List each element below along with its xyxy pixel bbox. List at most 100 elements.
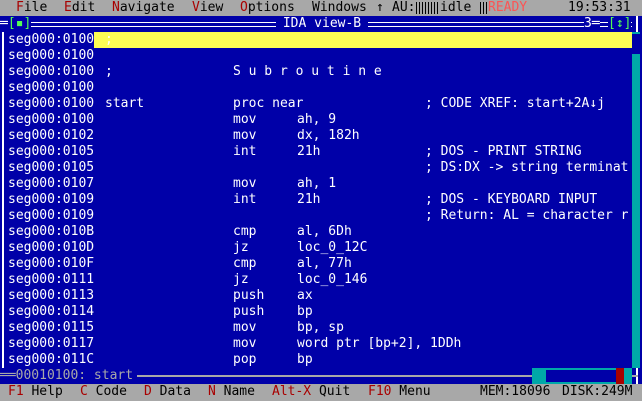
line-operands: al, 77h	[297, 256, 352, 271]
autoanalysis-state: idle	[440, 0, 472, 15]
line-address: seg000:0102	[8, 128, 95, 143]
listing-line[interactable]: seg000:0100	[8, 80, 633, 96]
line-label: start	[105, 96, 145, 111]
listing-line[interactable]: seg000:0109 ; Return: AL = character r	[8, 208, 633, 224]
fkey-menu[interactable]: F10 Menu	[368, 384, 431, 400]
line-operands: loc_0_12C	[297, 240, 368, 255]
line-mnemonic: mov	[233, 176, 257, 191]
listing-line[interactable]: seg000:011C pop bp	[8, 352, 633, 368]
function-key-bar: F1 Help C Code D Data N Name Alt-X Quit …	[0, 384, 642, 401]
line-mnemonic: pop	[233, 352, 257, 367]
line-address: seg000:0100	[8, 96, 95, 111]
listing-line[interactable]: seg000:0113 push ax	[8, 288, 633, 304]
listing-line[interactable]: seg000:0100; S u b r o u t i n e	[8, 64, 633, 80]
line-mnemonic: push	[233, 288, 265, 303]
line-address: seg000:0100	[8, 80, 95, 95]
line-mnemonic: int	[233, 192, 257, 207]
line-address: seg000:0111	[8, 272, 95, 287]
line-address: seg000:0105	[8, 160, 95, 175]
listing-line[interactable]: seg000:0117 mov word ptr [bp+2], 1DDh	[8, 336, 633, 352]
line-operands: ah, 1	[297, 176, 337, 191]
fkey-code[interactable]: C Code	[80, 384, 127, 400]
fkey-data[interactable]: D Data	[144, 384, 191, 400]
line-comment: ; Return: AL = character r	[425, 208, 629, 223]
horizontal-scroll-thumb[interactable]	[546, 370, 618, 382]
line-operands: bp, sp	[297, 320, 344, 335]
line-mnemonic: proc near	[233, 96, 304, 111]
listing-line[interactable]: seg000:010B cmp al, 6Dh	[8, 224, 633, 240]
listing-line[interactable]: seg000:010F cmp al, 77h	[8, 256, 633, 272]
line-address: seg000:0100	[8, 48, 95, 63]
fkey-help[interactable]: F1 Help	[8, 384, 63, 400]
clock: 19:53:31	[568, 0, 631, 15]
line-operands: bp	[297, 304, 313, 319]
line-address: seg000:0100	[8, 112, 95, 127]
listing-line[interactable]: seg000:0100 mov ah, 9	[8, 112, 633, 128]
line-address: seg000:0100	[8, 64, 95, 79]
line-operands: word ptr [bp+2], 1DDh	[297, 336, 462, 351]
menu-navigate[interactable]: Navigate	[112, 0, 175, 16]
line-mnemonic: mov	[233, 128, 257, 143]
listing-line[interactable]: seg000:010D jz loc_0_12C	[8, 240, 633, 256]
menu-bar: File Edit Navigate View Options Windows …	[0, 0, 642, 16]
line-mnemonic: mov	[233, 112, 257, 127]
line-mnemonic: cmp	[233, 256, 257, 271]
memory-indicator: MEM:18096	[480, 384, 551, 399]
vertical-scrollbar[interactable]	[632, 32, 640, 368]
line-mnemonic: mov	[233, 320, 257, 335]
menu-windows[interactable]: Windows	[312, 0, 367, 16]
line-mnemonic: cmp	[233, 224, 257, 239]
window-zoom-button[interactable]: [↕]	[608, 16, 632, 32]
line-comment: ; DOS - KEYBOARD INPUT	[425, 192, 598, 207]
line-address: seg000:0109	[8, 192, 95, 207]
progress-indicator	[416, 2, 440, 14]
listing-line[interactable]: seg000:0105 int 21h ; DOS - PRINT STRING	[8, 144, 633, 160]
menu-edit[interactable]: Edit	[64, 0, 95, 16]
line-mnemonic: int	[233, 144, 257, 159]
line-operands: 21h	[297, 144, 321, 159]
line-operands: al, 6Dh	[297, 224, 352, 239]
listing-line[interactable]: seg000:0102 mov dx, 182h	[8, 128, 633, 144]
menu-file[interactable]: File	[16, 0, 47, 16]
listing-line-selected[interactable]: seg000:0100;	[8, 32, 633, 48]
line-operands: loc_0_146	[297, 272, 368, 287]
line-address: seg000:010B	[8, 224, 95, 239]
line-address: seg000:0117	[8, 336, 95, 351]
current-address-status: ══00010100: start	[0, 368, 138, 384]
menu-view[interactable]: View	[192, 0, 223, 16]
line-comment: ; DOS - PRINT STRING	[425, 144, 582, 159]
line-operands: 21h	[297, 192, 321, 207]
listing-line[interactable]: seg000:0109 int 21h ; DOS - KEYBOARD INPUT	[8, 192, 633, 208]
line-address: seg000:0107	[8, 176, 95, 191]
vertical-scroll-thumb[interactable]	[632, 34, 640, 54]
window-close-button[interactable]: ═[▪]	[0, 16, 32, 32]
line-address: seg000:0105	[8, 144, 95, 159]
line-address: seg000:0100	[8, 32, 95, 48]
resize-corner[interactable]	[616, 368, 624, 384]
line-comment: ; DS:DX -> string terminat	[425, 160, 629, 175]
fkey-name[interactable]: N Name	[208, 384, 255, 400]
listing-line[interactable]: seg000:0100 start proc near ; CODE XREF: st…	[8, 96, 633, 112]
listing-line[interactable]: seg000:0115 mov bp, sp	[8, 320, 633, 336]
listing-line[interactable]: seg000:0114 push bp	[8, 304, 633, 320]
line-mnemonic: mov	[233, 336, 257, 351]
listing-line[interactable]: seg000:0111 jz loc_0_146	[8, 272, 633, 288]
window-number: 3═	[584, 16, 600, 32]
line-operands: bp	[297, 352, 313, 367]
fkey-quit[interactable]: Alt-X Quit	[272, 384, 350, 400]
window-title: IDA view-B	[276, 16, 368, 32]
menu-options[interactable]: Options	[240, 0, 295, 16]
listing-line[interactable]: seg000:0107 mov ah, 1	[8, 176, 633, 192]
listing-line[interactable]: seg000:0105 ; DS:DX -> string terminat	[8, 160, 633, 176]
line-label: ;	[105, 32, 113, 47]
listing-line[interactable]: seg000:0100	[8, 48, 633, 64]
autoanalysis-label: AU:	[392, 0, 416, 15]
disk-indicator: DISK:249M	[562, 384, 633, 399]
line-address: seg000:0109	[8, 208, 95, 223]
line-address: seg000:011C	[8, 352, 95, 367]
up-arrow-icon: ↑	[376, 0, 384, 15]
line-operands: ax	[297, 288, 313, 303]
line-label: ;	[105, 64, 113, 79]
line-address: seg000:0115	[8, 320, 95, 335]
line-address: seg000:010F	[8, 256, 95, 271]
